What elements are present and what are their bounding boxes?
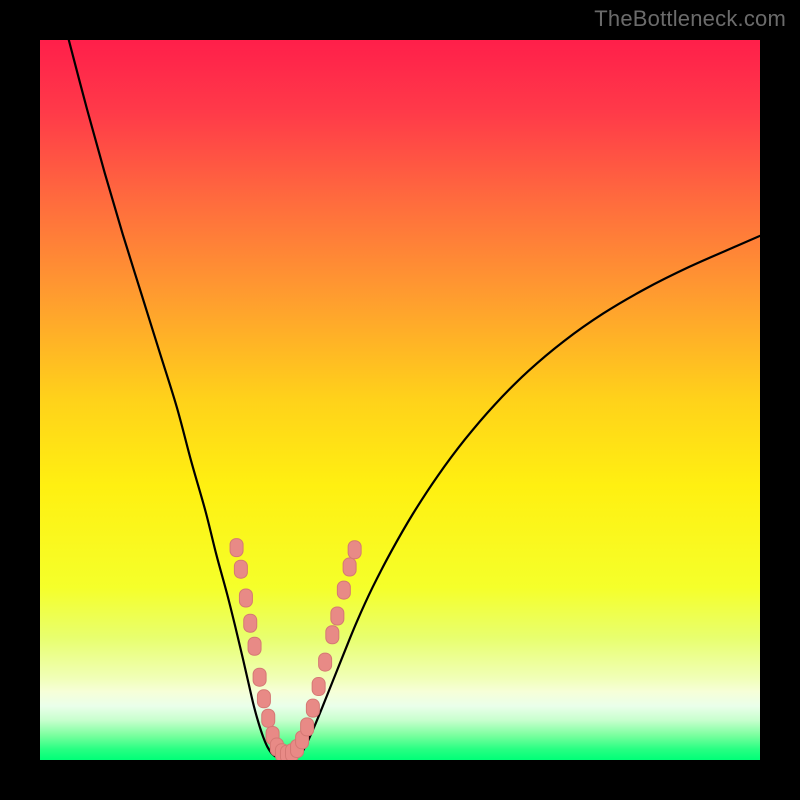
highlight-marker [343, 558, 356, 576]
marker-group [230, 539, 361, 760]
highlight-marker [312, 678, 325, 696]
curve-layer [40, 40, 760, 760]
highlight-marker [230, 539, 243, 557]
highlight-marker [331, 607, 344, 625]
highlight-marker [348, 541, 361, 559]
highlight-marker [257, 690, 270, 708]
highlight-marker [244, 614, 257, 632]
highlight-marker [234, 560, 247, 578]
highlight-marker [253, 668, 266, 686]
chart-frame: TheBottleneck.com [0, 0, 800, 800]
watermark-text: TheBottleneck.com [594, 6, 786, 32]
highlight-marker [301, 718, 314, 736]
highlight-marker [262, 709, 275, 727]
plot-area [40, 40, 760, 760]
highlight-marker [239, 589, 252, 607]
highlight-marker [319, 653, 332, 671]
highlight-marker [337, 581, 350, 599]
highlight-marker [306, 699, 319, 717]
highlight-marker [248, 637, 261, 655]
highlight-marker [326, 626, 339, 644]
bottleneck-curve [69, 40, 760, 759]
